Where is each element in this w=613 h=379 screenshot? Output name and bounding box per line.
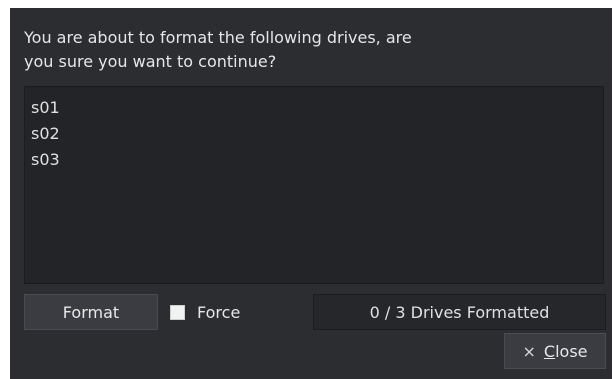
force-label: Force — [197, 302, 241, 322]
drive-list-item[interactable]: s03 — [31, 147, 597, 173]
format-confirmation-dialog: You are about to format the following dr… — [10, 8, 612, 379]
close-button-label: Close — [544, 342, 588, 361]
format-button[interactable]: Format — [24, 294, 158, 330]
close-icon: × — [522, 341, 536, 361]
close-mnemonic: C — [543, 341, 556, 361]
drive-list-item[interactable]: s01 — [31, 95, 597, 121]
format-progress-status: 0 / 3 Drives Formatted — [313, 294, 606, 330]
force-checkbox[interactable] — [170, 304, 185, 320]
force-option[interactable]: Force — [170, 294, 240, 330]
close-button[interactable]: × Close — [504, 333, 606, 369]
drive-list[interactable]: s01 s02 s03 — [24, 86, 604, 284]
close-label-rest: lose — [555, 341, 588, 361]
drive-list-item[interactable]: s02 — [31, 121, 597, 147]
confirmation-message: You are about to format the following dr… — [24, 28, 412, 71]
